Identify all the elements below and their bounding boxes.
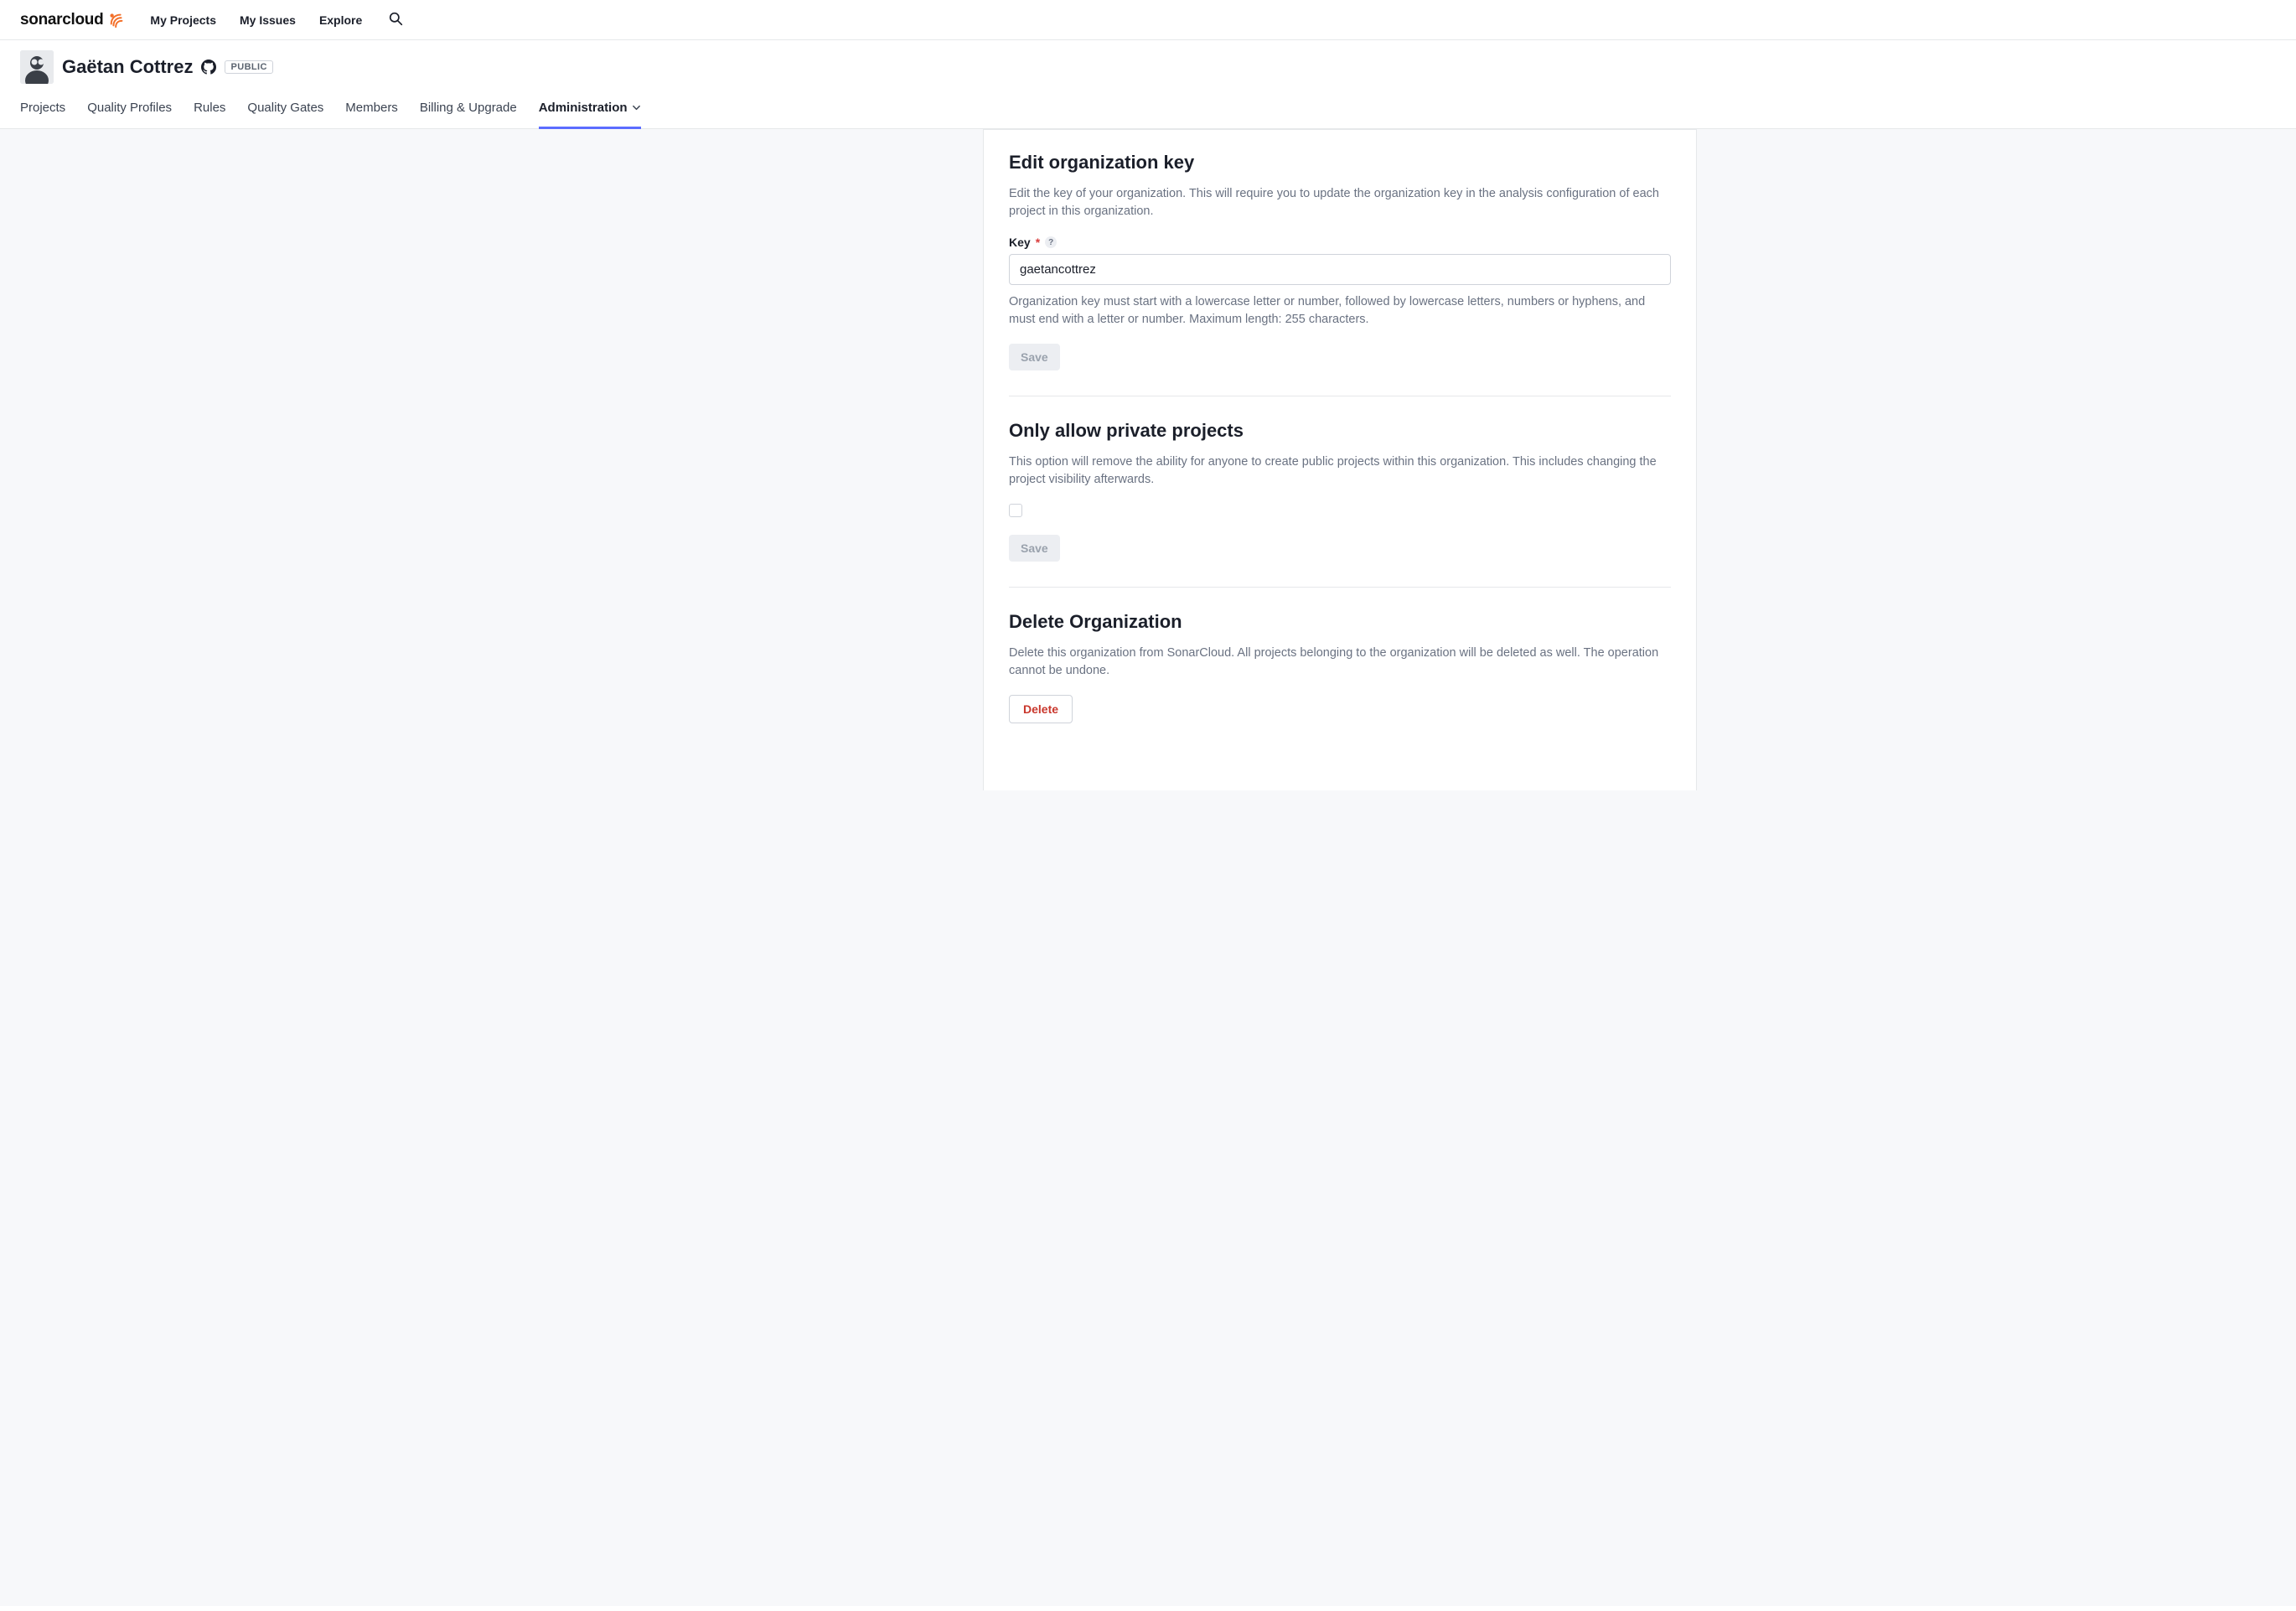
nav-my-issues[interactable]: My Issues: [240, 13, 296, 27]
key-field-label: Key * ?: [1009, 236, 1671, 249]
help-icon[interactable]: ?: [1045, 236, 1057, 248]
key-hint: Organization key must start with a lower…: [1009, 293, 1671, 329]
tab-quality-gates[interactable]: Quality Gates: [247, 92, 323, 129]
github-icon: [201, 60, 216, 75]
tab-quality-profiles[interactable]: Quality Profiles: [87, 92, 172, 129]
key-label-text: Key: [1009, 236, 1031, 249]
topnav: My Projects My Issues Explore: [150, 8, 406, 32]
logo[interactable]: sonarcloud: [20, 11, 127, 29]
private-title: Only allow private projects: [1009, 420, 1671, 442]
section-private-projects: Only allow private projects This option …: [1009, 396, 1671, 587]
save-private-button[interactable]: Save: [1009, 535, 1060, 562]
private-desc: This option will remove the ability for …: [1009, 453, 1671, 489]
edit-key-desc: Edit the key of your organization. This …: [1009, 185, 1671, 220]
logo-text: sonarcloud: [20, 11, 103, 29]
tab-projects[interactable]: Projects: [20, 92, 65, 129]
tab-members[interactable]: Members: [345, 92, 398, 129]
save-key-button[interactable]: Save: [1009, 344, 1060, 370]
content: Edit organization key Edit the key of yo…: [599, 129, 1697, 790]
sonarcloud-icon: [108, 12, 127, 28]
visibility-badge: PUBLIC: [225, 60, 272, 74]
tab-administration[interactable]: Administration: [539, 92, 641, 129]
section-edit-key: Edit organization key Edit the key of yo…: [1009, 129, 1671, 396]
search-button[interactable]: [385, 8, 406, 32]
private-checkbox[interactable]: [1009, 504, 1022, 517]
tab-administration-label: Administration: [539, 101, 628, 115]
chevron-down-icon: [632, 103, 641, 112]
key-input[interactable]: [1009, 254, 1671, 285]
edit-key-title: Edit organization key: [1009, 152, 1671, 174]
org-name: Gaëtan Cottrez: [62, 56, 193, 78]
required-indicator: *: [1036, 236, 1040, 249]
org-tabs: Projects Quality Profiles Rules Quality …: [20, 92, 2276, 128]
tab-rules[interactable]: Rules: [194, 92, 225, 129]
org-bar: Gaëtan Cottrez PUBLIC Projects Quality P…: [0, 40, 2296, 129]
settings-panel: Edit organization key Edit the key of yo…: [983, 129, 1697, 790]
delete-desc: Delete this organization from SonarCloud…: [1009, 645, 1671, 680]
delete-button[interactable]: Delete: [1009, 695, 1073, 723]
nav-explore[interactable]: Explore: [319, 13, 362, 27]
tab-billing[interactable]: Billing & Upgrade: [420, 92, 517, 129]
search-icon: [389, 12, 403, 28]
avatar: [20, 50, 54, 84]
content-wrap: Edit organization key Edit the key of yo…: [0, 129, 2296, 1606]
nav-my-projects[interactable]: My Projects: [150, 13, 216, 27]
side-spacer: [599, 129, 983, 790]
org-header: Gaëtan Cottrez PUBLIC: [20, 50, 2276, 84]
section-delete-org: Delete Organization Delete this organiza…: [1009, 587, 1671, 749]
topbar: sonarcloud My Projects My Issues Explore: [0, 0, 2296, 40]
delete-title: Delete Organization: [1009, 611, 1671, 633]
